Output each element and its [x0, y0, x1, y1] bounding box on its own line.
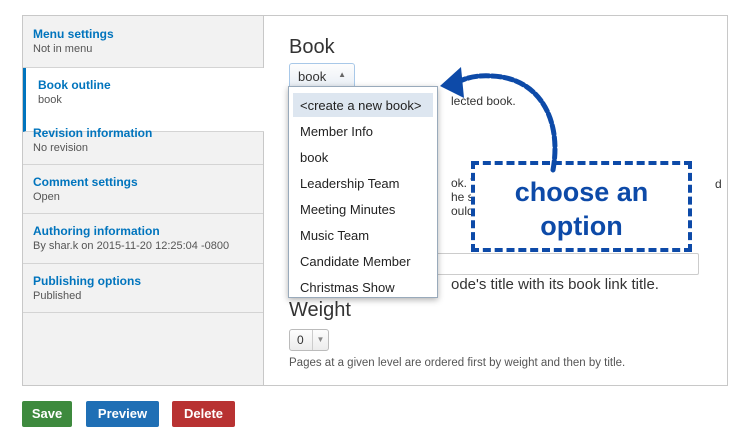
annotation-arrow-icon	[440, 67, 558, 173]
